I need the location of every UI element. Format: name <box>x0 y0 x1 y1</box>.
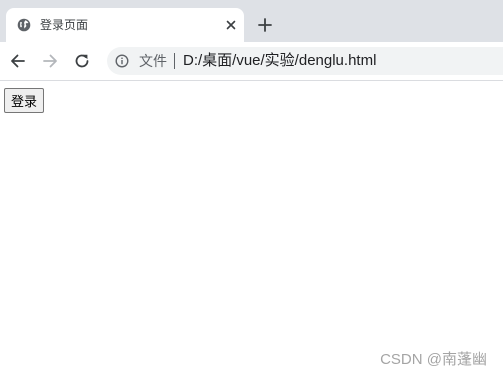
back-arrow-icon[interactable] <box>9 52 27 70</box>
omnibox-divider <box>174 53 175 69</box>
plus-icon[interactable] <box>257 17 273 33</box>
login-button[interactable]: 登录 <box>4 88 45 113</box>
info-icon[interactable] <box>115 54 129 68</box>
tab-title: 登录页面 <box>40 18 89 32</box>
browser-window: 登录页面 文件 D:/桌面/vue/实验/denglu.html 登录 CSDN… <box>0 0 503 375</box>
watermark: CSDN @南蓬幽 <box>380 351 487 368</box>
close-icon[interactable] <box>224 18 238 32</box>
security-label[interactable]: 文件 <box>139 53 167 69</box>
tab-strip: 登录页面 <box>0 0 503 42</box>
address-bar[interactable]: 文件 D:/桌面/vue/实验/denglu.html <box>107 47 503 75</box>
page-content: 登录 <box>0 81 503 375</box>
forward-arrow-icon[interactable] <box>41 52 59 70</box>
reload-icon[interactable] <box>73 52 91 70</box>
browser-toolbar: 文件 D:/桌面/vue/实验/denglu.html <box>0 42 503 81</box>
active-tab[interactable]: 登录页面 <box>6 8 244 42</box>
url-text[interactable]: D:/桌面/vue/实验/denglu.html <box>183 52 376 70</box>
globe-icon <box>17 18 31 32</box>
